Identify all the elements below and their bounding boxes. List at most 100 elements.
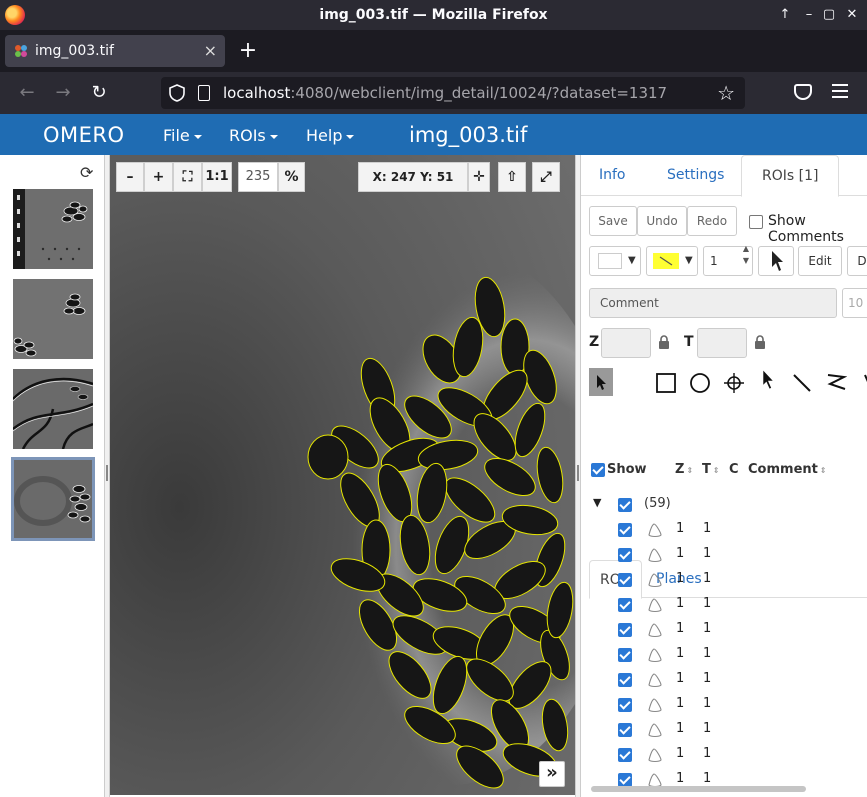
new-tab-button[interactable]: + [238, 38, 258, 63]
roi-row-t: 1 [703, 721, 712, 736]
select-tool-button[interactable] [589, 368, 613, 396]
window-maximize-button[interactable]: ▢ [820, 6, 838, 24]
expand-panel-button[interactable]: » [539, 761, 565, 787]
back-arrow-icon[interactable]: ← [16, 82, 38, 104]
z-input[interactable] [601, 328, 651, 358]
roi-row[interactable]: 11 [581, 593, 867, 618]
comment-input[interactable]: Comment [589, 288, 837, 318]
file-menu[interactable]: File [163, 126, 202, 145]
font-size-input[interactable]: 10 [842, 288, 867, 318]
delete-button[interactable]: D [847, 246, 867, 276]
fill-color-picker[interactable]: ▼ [589, 246, 641, 276]
hamburger-menu-icon[interactable] [832, 84, 848, 98]
point-tool-icon[interactable] [723, 372, 745, 394]
thumbnail-1[interactable] [13, 189, 93, 269]
roi-row-checkbox[interactable] [618, 573, 632, 587]
roi-row-checkbox[interactable] [618, 523, 632, 537]
fullscreen-icon[interactable]: ⤢ [532, 162, 560, 192]
thumbnail-2[interactable] [13, 279, 93, 359]
save-button[interactable]: Save [589, 206, 637, 236]
polyline-tool-icon[interactable] [825, 372, 847, 394]
roi-row-checkbox[interactable] [618, 748, 632, 762]
roi-row-checkbox[interactable] [618, 623, 632, 637]
url-bar[interactable]: localhost:4080/webclient/img_detail/1002… [161, 77, 745, 109]
forward-arrow-icon[interactable]: → [52, 82, 74, 104]
roi-row[interactable]: 11 [581, 518, 867, 543]
omero-brand[interactable]: OMERO [43, 123, 125, 147]
roi-row[interactable]: 11 [581, 743, 867, 768]
roi-row-z: 1 [676, 521, 685, 536]
roi-row[interactable]: 11 [581, 643, 867, 668]
polygon-tool-icon[interactable] [857, 372, 867, 394]
t-input[interactable] [697, 328, 747, 358]
roi-row-checkbox[interactable] [618, 773, 632, 787]
crosshair-icon[interactable]: ✛ [468, 162, 490, 192]
roi-row-checkbox[interactable] [618, 648, 632, 662]
thumbnail-3[interactable] [13, 369, 93, 449]
microscopy-image[interactable] [110, 155, 575, 795]
roi-row-checkbox[interactable] [618, 598, 632, 612]
zoom-in-button[interactable]: + [144, 162, 173, 192]
reload-icon[interactable]: ↻ [88, 82, 110, 104]
tab-rois[interactable]: ROIs [1] [741, 155, 840, 197]
horizontal-scrollbar[interactable] [591, 786, 806, 792]
roi-row-z: 1 [676, 596, 685, 611]
group-checkbox[interactable] [618, 498, 632, 512]
arrow-tool-icon[interactable] [757, 369, 779, 391]
tab-settings[interactable]: Settings [667, 167, 724, 183]
url-text[interactable]: localhost:4080/webclient/img_detail/1002… [223, 84, 667, 102]
redo-button[interactable]: Redo [687, 206, 737, 236]
stroke-color-picker[interactable]: ▼ [646, 246, 698, 276]
column-show[interactable]: Show [607, 462, 647, 477]
roi-group-row[interactable]: ▼ (59) [581, 493, 867, 518]
column-t[interactable]: T ⇕ [702, 462, 720, 477]
thumbnail-4-selected[interactable] [11, 457, 95, 541]
roi-row[interactable]: 11 [581, 543, 867, 568]
roi-row[interactable]: 11 [581, 693, 867, 718]
browser-tab[interactable]: img_003.tif × [5, 35, 225, 67]
tab-info[interactable]: Info [599, 167, 626, 183]
stroke-width-input[interactable]: 1 ▲ ▼ [703, 244, 753, 276]
bookmark-star-icon[interactable]: ☆ [717, 81, 735, 105]
window-up-button[interactable]: ↑ [776, 6, 794, 24]
upload-arrow-icon[interactable]: ⇧ [498, 162, 526, 192]
window-close-button[interactable]: ✕ [843, 6, 861, 24]
fit-to-window-icon[interactable]: ⛶ [173, 162, 202, 192]
roi-row[interactable]: 11 [581, 718, 867, 743]
roi-row[interactable]: 11 [581, 618, 867, 643]
roi-row-checkbox[interactable] [618, 723, 632, 737]
cell-roi[interactable] [307, 434, 349, 480]
rectangle-tool-icon[interactable] [655, 372, 677, 394]
one-to-one-button[interactable]: 1:1 [202, 162, 232, 192]
image-viewer[interactable]: – + ⛶ 1:1 235 % X: 247 Y: 51 ✛ ⇧ ⤢ » [110, 155, 575, 795]
column-z[interactable]: Z ⇕ [675, 462, 693, 477]
polygon-shape-icon [648, 673, 662, 688]
page-info-icon[interactable] [198, 85, 210, 101]
undo-button[interactable]: Undo [637, 206, 687, 236]
lock-icon[interactable] [754, 335, 766, 349]
refresh-icon[interactable]: ⟳ [80, 163, 93, 182]
edit-button[interactable]: Edit [798, 246, 842, 276]
lock-icon[interactable] [658, 335, 670, 349]
show-all-checkbox[interactable] [591, 463, 605, 477]
pocket-icon[interactable] [794, 84, 812, 100]
roi-row[interactable]: 11 [581, 568, 867, 593]
zoom-input[interactable]: 235 [238, 162, 278, 192]
roi-row-checkbox[interactable] [618, 548, 632, 562]
ellipse-tool-icon[interactable] [689, 372, 711, 394]
roi-row[interactable]: 11 [581, 668, 867, 693]
collapse-triangle-icon[interactable]: ▼ [593, 496, 601, 509]
show-comments-checkbox[interactable] [749, 215, 763, 229]
rois-menu[interactable]: ROIs [229, 126, 278, 145]
column-comment[interactable]: Comment ⇕ [748, 462, 827, 477]
window-title: img_003.tif — Mozilla Firefox [319, 7, 548, 23]
column-c[interactable]: C [729, 462, 739, 477]
window-minimize-button[interactable]: – [800, 6, 818, 24]
shape-cursor-icon[interactable] [758, 246, 794, 276]
line-tool-icon[interactable] [791, 372, 813, 394]
zoom-out-button[interactable]: – [116, 162, 144, 192]
roi-row-checkbox[interactable] [618, 698, 632, 712]
help-menu[interactable]: Help [306, 126, 355, 145]
tab-close-icon[interactable]: × [204, 41, 217, 60]
roi-row-checkbox[interactable] [618, 673, 632, 687]
